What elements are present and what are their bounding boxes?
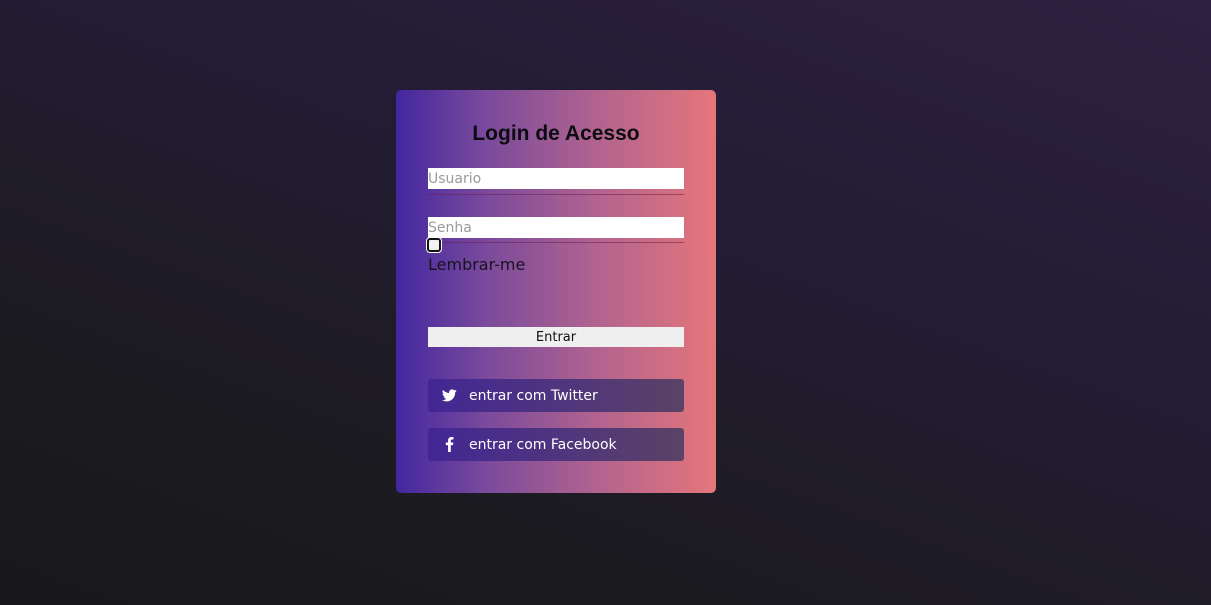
- username-underline: [428, 194, 684, 195]
- remember-label: Lembrar-me: [428, 255, 526, 274]
- login-title: Login de Acesso: [472, 122, 640, 145]
- password-input[interactable]: [428, 217, 684, 238]
- facebook-icon: [441, 437, 457, 453]
- facebook-login-button[interactable]: entrar com Facebook: [428, 428, 684, 461]
- password-underline: [428, 242, 684, 243]
- submit-button[interactable]: Entrar: [428, 327, 684, 347]
- remember-checkbox[interactable]: [427, 238, 441, 252]
- twitter-login-button[interactable]: entrar com Twitter: [428, 379, 684, 412]
- twitter-login-label: entrar com Twitter: [469, 387, 598, 404]
- login-card: Login de Acesso Lembrar-me Entrar entrar…: [396, 90, 716, 493]
- twitter-icon: [441, 388, 457, 404]
- facebook-login-label: entrar com Facebook: [469, 436, 617, 453]
- username-input[interactable]: [428, 168, 684, 189]
